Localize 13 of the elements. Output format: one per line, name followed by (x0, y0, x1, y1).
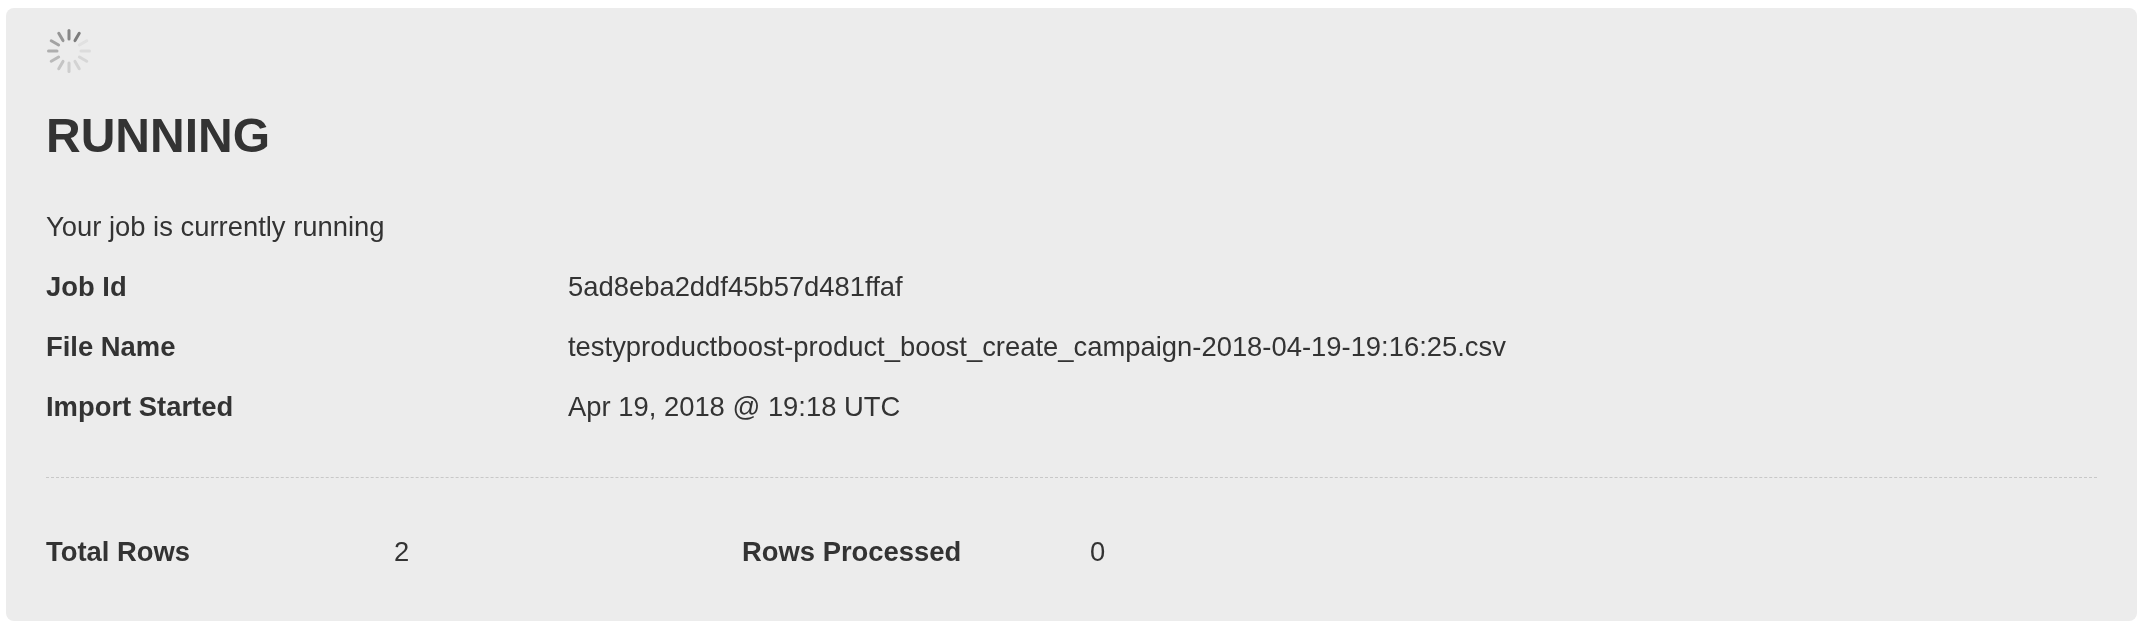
summary-label: Total Rows (46, 535, 191, 569)
spinner-icon (47, 29, 91, 73)
detail-label: File Name (46, 330, 176, 364)
status-title: RUNNING (46, 108, 270, 164)
detail-value: 5ad8eba2ddf45b57d481ffaf (568, 270, 903, 304)
detail-value: Apr 19, 2018 @ 19:18 UTC (568, 390, 901, 424)
summary-value: 0 (1090, 535, 1106, 569)
status-message: Your job is currently running (46, 210, 385, 244)
detail-value: testyproductboost-product_boost_create_campaign-2018-04-19-19:16:25.csv (568, 330, 1506, 364)
summary-label: Rows Processed (742, 535, 962, 569)
detail-label: Import Started (46, 390, 234, 424)
summary-value: 2 (394, 535, 410, 569)
detail-label: Job Id (46, 270, 127, 304)
